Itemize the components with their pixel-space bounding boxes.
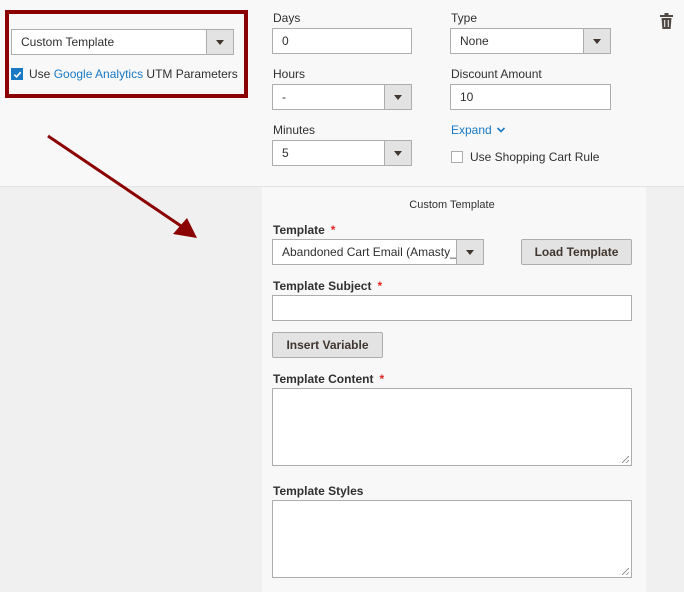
days-label: Days bbox=[273, 11, 301, 25]
trash-icon[interactable] bbox=[660, 13, 673, 29]
hours-select[interactable]: - bbox=[272, 84, 412, 110]
type-label: Type bbox=[451, 11, 478, 25]
cart-rule-checkbox[interactable] bbox=[451, 151, 463, 163]
required-mark: * bbox=[379, 372, 385, 386]
required-mark: * bbox=[330, 223, 336, 237]
discount-type-value: None bbox=[460, 34, 489, 48]
resize-grip-icon[interactable] bbox=[622, 456, 629, 463]
insert-variable-button[interactable]: Insert Variable bbox=[272, 332, 383, 358]
highlight-box bbox=[5, 10, 248, 98]
template-styles-textarea[interactable] bbox=[272, 500, 632, 578]
custom-template-heading: Custom Template bbox=[409, 199, 495, 211]
minutes-select-value: 5 bbox=[282, 146, 289, 160]
chevron-down-icon bbox=[384, 141, 411, 165]
template-select-value: Abandoned Cart Email (Amasty_Acart) bbox=[282, 245, 456, 259]
required-mark: * bbox=[377, 279, 383, 293]
template-label-text: Template bbox=[273, 223, 325, 237]
minutes-label: Minutes bbox=[273, 123, 316, 137]
days-input[interactable]: 0 bbox=[272, 28, 412, 54]
template-label: Template * bbox=[273, 223, 335, 237]
template-content-textarea[interactable] bbox=[272, 388, 632, 466]
chevron-down-icon bbox=[456, 240, 483, 264]
expand-link[interactable]: Expand bbox=[451, 123, 506, 137]
chevron-down-icon bbox=[496, 127, 505, 133]
template-subject-input[interactable] bbox=[272, 295, 632, 321]
discount-amount-input[interactable]: 10 bbox=[450, 84, 611, 110]
template-subject-label-text: Template Subject bbox=[273, 279, 372, 293]
hours-select-value: - bbox=[282, 90, 286, 104]
template-subject-label: Template Subject * bbox=[273, 279, 382, 293]
resize-grip-icon[interactable] bbox=[622, 568, 629, 575]
cart-rule-label: Use Shopping Cart Rule bbox=[470, 150, 600, 164]
chevron-down-icon bbox=[583, 29, 610, 53]
pointer-arrow bbox=[47, 134, 197, 238]
template-select[interactable]: Abandoned Cart Email (Amasty_Acart) bbox=[272, 239, 484, 265]
load-template-button[interactable]: Load Template bbox=[521, 239, 632, 265]
template-content-label: Template Content * bbox=[273, 372, 384, 386]
discount-amount-label: Discount Amount bbox=[451, 67, 542, 81]
template-styles-label: Template Styles bbox=[273, 484, 364, 498]
chevron-down-icon bbox=[384, 85, 411, 109]
minutes-select[interactable]: 5 bbox=[272, 140, 412, 166]
hours-label: Hours bbox=[273, 67, 306, 81]
template-content-label-text: Template Content bbox=[273, 372, 374, 386]
discount-type-select[interactable]: None bbox=[450, 28, 611, 54]
expand-label: Expand bbox=[451, 123, 492, 137]
